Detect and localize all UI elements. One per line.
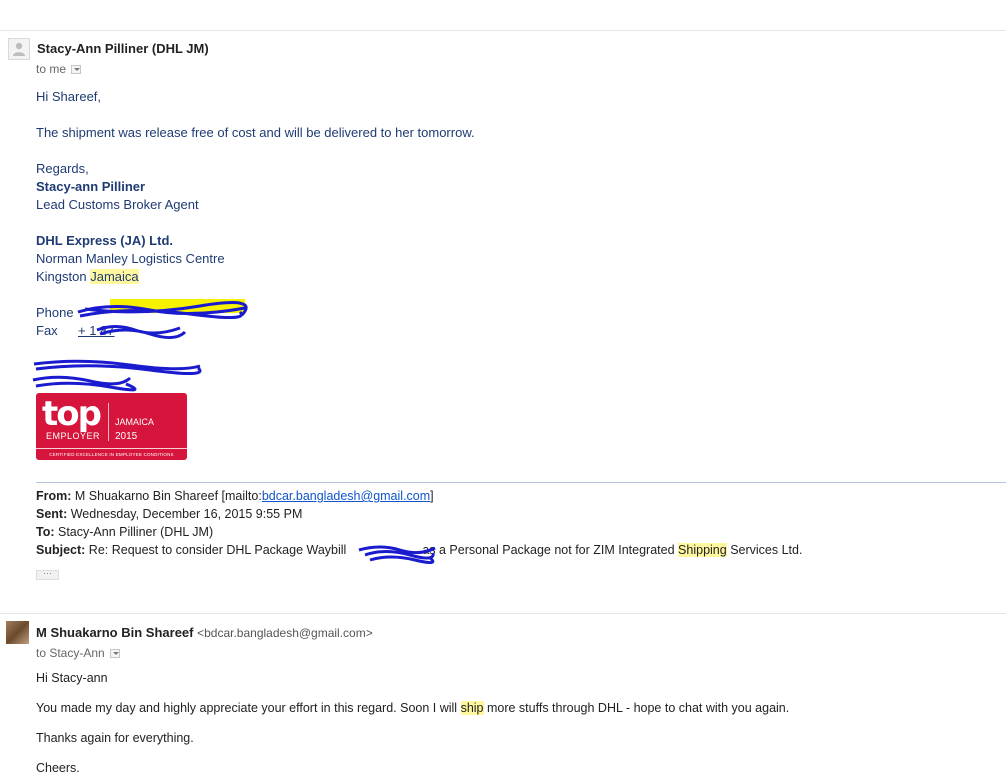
sender-email-2: <bdcar.bangladesh@gmail.com> (197, 626, 373, 640)
sig-closing: Regards, (36, 161, 89, 176)
quoted-sent: Sent: Wednesday, December 16, 2015 9:55 … (36, 507, 303, 521)
message-divider (0, 613, 1006, 614)
recipient-summary-2[interactable]: to Stacy-Ann (36, 646, 120, 660)
waybill-redaction (358, 545, 436, 564)
logo-year: 2015 (115, 431, 138, 442)
details-dropdown-icon[interactable] (71, 64, 82, 74)
email-redaction (32, 359, 202, 392)
top-employer-logo: top EMPLOYER JAMAICA 2015 CERTIFIED EXCE… (36, 393, 187, 460)
closing-line: Cheers. (36, 761, 80, 775)
quoted-from: From: M Shuakarno Bin Shareef [mailto:bd… (36, 489, 434, 503)
show-trimmed-content-button[interactable]: ··· (36, 569, 59, 580)
sig-title: Lead Customs Broker Agent (36, 197, 199, 212)
sig-address-2: Kingston Jamaica (36, 269, 139, 284)
logo-top-text: top (42, 394, 102, 434)
default-avatar-icon (8, 38, 30, 60)
greeting-2: Hi Stacy-ann (36, 671, 108, 685)
sender-avatar (6, 621, 29, 644)
body-text: The shipment was release free of cost an… (36, 125, 475, 140)
sig-name: Stacy-ann Pilliner (36, 179, 146, 194)
recipient-label-2: to Stacy-Ann (36, 646, 105, 660)
sig-address-1: Norman Manley Logistics Centre (36, 251, 225, 266)
sig-city: Kingston (36, 269, 87, 284)
body-text-2: You made my day and highly appreciate yo… (36, 701, 790, 715)
top-divider (0, 30, 1006, 31)
fax-redaction (96, 325, 187, 339)
sender-name-2[interactable]: M Shuakarno Bin Shareef <bdcar.banglades… (36, 625, 373, 640)
logo-certified: CERTIFIED EXCELLENCE IN EMPLOYEE CONDITI… (36, 448, 187, 457)
sig-country: Jamaica (90, 269, 139, 284)
recipient-label: to me (36, 62, 67, 76)
sig-phone-label: Phone (36, 305, 74, 320)
thanks-line: Thanks again for everything. (36, 731, 194, 745)
sig-company: DHL Express (JA) Ltd. (36, 233, 174, 248)
quote-divider (36, 482, 1006, 483)
sig-fax-label: Fax (36, 323, 58, 338)
details-dropdown-icon-2[interactable] (109, 648, 120, 658)
logo-employer: EMPLOYER (46, 431, 101, 441)
quoted-to: To: Stacy-Ann Pilliner (DHL JM) (36, 525, 214, 539)
greeting: Hi Shareef, (36, 89, 102, 104)
recipient-summary[interactable]: to me (36, 62, 82, 76)
logo-divider (108, 403, 109, 441)
quoted-from-email-link[interactable]: bdcar.bangladesh@gmail.com (262, 489, 430, 503)
sender-name[interactable]: Stacy-Ann Pilliner (DHL JM) (37, 41, 209, 56)
logo-country: JAMAICA (115, 417, 155, 427)
